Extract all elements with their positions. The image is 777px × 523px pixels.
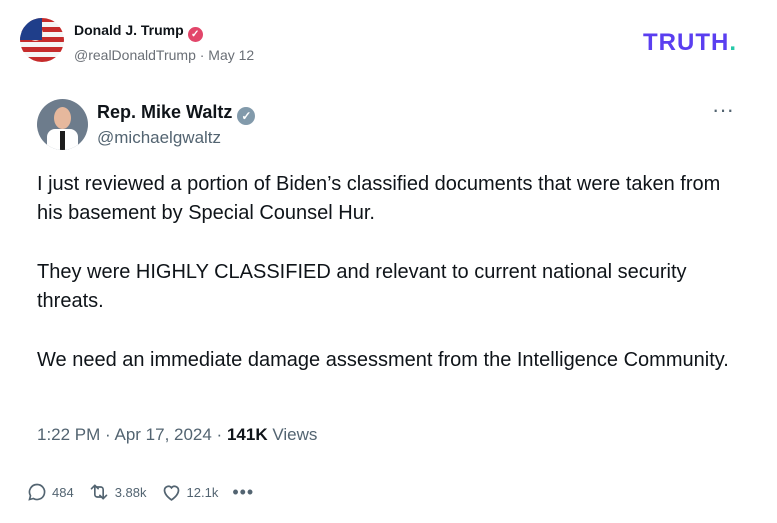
post-meta: 1:22 PM · Apr 17, 2024 · 141K Views (37, 425, 317, 445)
author-name-text: Donald J. Trump (74, 22, 184, 38)
views-label: Views (267, 425, 318, 444)
action-bar: 484 3.88k 12.1k ••• (27, 482, 254, 502)
post-paragraph: They were HIGHLY CLASSIFIED and relevant… (37, 261, 687, 312)
author-avatar[interactable] (20, 18, 64, 62)
post-body: I just reviewed a portion of Biden’s cla… (37, 170, 749, 405)
avatar-head (54, 107, 71, 129)
post-timestamp[interactable]: 1:22 PM · Apr 17, 2024 · (37, 425, 227, 444)
avatar-tie (60, 131, 65, 150)
retruth-count: 3.88k (114, 484, 147, 500)
quoted-author-handle[interactable]: @michaelgwaltz (97, 128, 221, 148)
author-name[interactable]: Donald J. Trump ✓ (74, 22, 203, 42)
more-actions-icon[interactable]: ••• (232, 483, 254, 501)
retruth-button[interactable]: 3.88k (88, 482, 147, 502)
logo-text: TRUTH (643, 29, 730, 56)
quoted-author-avatar[interactable] (37, 99, 88, 150)
truth-logo: TRUTH. (643, 29, 737, 57)
like-button[interactable]: 12.1k (161, 482, 219, 502)
like-count: 12.1k (186, 484, 219, 500)
more-options-icon[interactable]: ··· (712, 97, 734, 123)
verified-icon: ✓ (187, 27, 203, 42)
reply-icon (28, 483, 46, 501)
post-paragraph: I just reviewed a portion of Biden’s cla… (37, 173, 721, 224)
views-count: 141K (226, 425, 268, 444)
author-handle-date[interactable]: @realDonaldTrump · May 12 (74, 47, 254, 63)
verified-icon: ✓ (237, 107, 256, 125)
post-paragraph: We need an immediate damage assessment f… (37, 349, 729, 371)
quoted-author-name-text: Rep. Mike Waltz (97, 102, 233, 122)
reply-count: 484 (52, 484, 74, 500)
quoted-author-name[interactable]: Rep. Mike Waltz ✓ (97, 102, 256, 125)
logo-dot: . (729, 29, 737, 56)
retruth-icon (90, 484, 108, 500)
like-icon (163, 485, 179, 501)
reply-button[interactable]: 484 (27, 482, 74, 502)
